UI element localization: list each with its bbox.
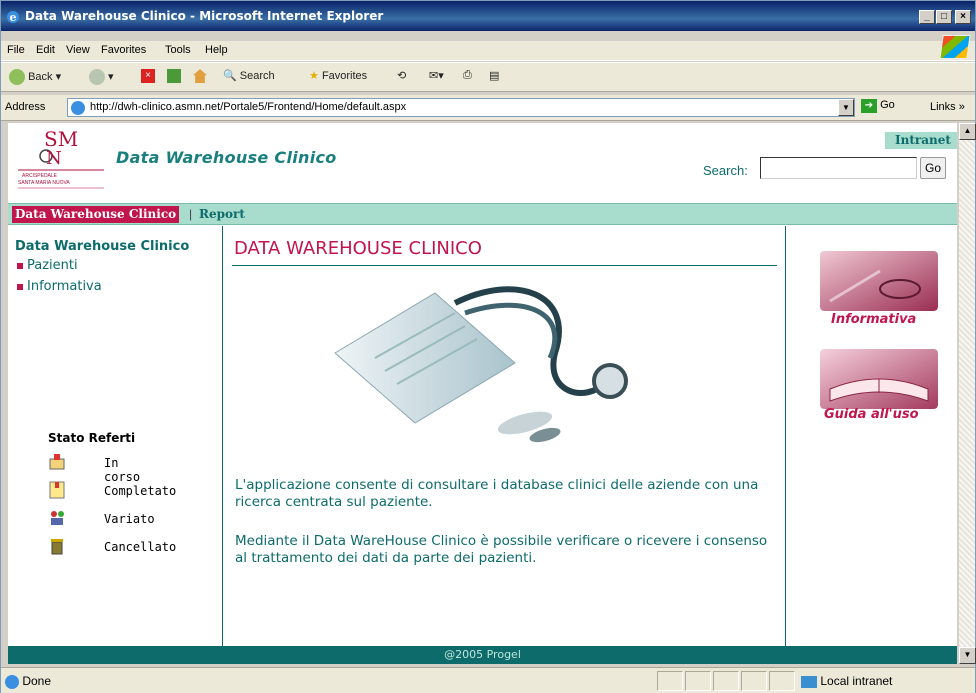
address-input[interactable]: http://dwh-clinico.asmn.net/Portale5/Fro… [67,98,855,117]
status-cell [713,671,739,691]
page-title: DATA WAREHOUSE CLINICO [234,238,482,259]
forward-arrow-icon [89,69,105,85]
minimize-button[interactable]: _ [919,10,935,24]
sidebar-title: Data Warehouse Clinico [15,239,190,254]
menu-bar: File Edit View Favorites Tools Help [1,41,975,61]
menu-file[interactable]: File [7,44,25,56]
completed-icon [49,481,65,499]
home-icon[interactable] [193,69,207,86]
history-icon[interactable]: ⟲ [397,69,406,82]
consent-paragraph: Mediante il Data WareHouse Clinico è pos… [235,533,768,566]
forward-button[interactable]: ▾ [89,69,114,85]
column-divider [222,226,223,646]
sidebar: Data Warehouse Clinico Pazienti Informat… [8,226,223,646]
search-label: Search: [703,163,748,178]
mail-icon[interactable]: ✉▾ [429,69,444,82]
toolbar: Back ▾ ▾ × 🔍 Search ★ Favorites ⟲ ✉▾ ⎙ ▤ [1,62,975,92]
go-arrow-icon: ➔ [861,99,877,113]
sidebar-item-informativa[interactable]: Informativa [17,279,102,294]
nav-item-report[interactable]: Report [199,207,245,221]
brand-title: Data Warehouse Clinico [116,148,337,167]
search-input[interactable] [760,157,917,179]
status-cell [741,671,767,691]
changed-icon [51,511,64,525]
window-title: Data Warehouse Clinico - Microsoft Inter… [25,9,384,23]
footer: @2005 Progel [8,646,957,664]
browser-window: e Data Warehouse Clinico - Microsoft Int… [0,0,976,693]
scroll-down-icon[interactable]: ▼ [959,647,976,664]
svg-text:e: e [10,11,17,24]
sidebar-item-pazienti[interactable]: Pazienti [17,258,78,273]
address-label: Address [5,101,46,113]
status-cell [769,671,795,691]
zone-indicator: Local intranet [801,674,892,688]
edit-icon[interactable]: ▤ [489,69,499,82]
intranet-icon [801,675,817,688]
guida-link[interactable]: Guida all'uso [824,407,919,422]
vertical-scrollbar[interactable]: ▲ ▼ [958,123,976,664]
in-progress-icon [49,454,65,470]
title-underline [232,265,777,266]
menu-edit[interactable]: Edit [36,44,55,56]
bullet-icon [17,283,23,290]
stato-label: Cancellato [104,540,177,554]
stato-referti-title: Stato Referti [48,431,136,445]
status-cell [657,671,683,691]
svg-text:SANTA MARIA NUOVA: SANTA MARIA NUOVA [18,180,70,186]
nav-bar: Data Warehouse Clinico | Report [8,203,957,225]
stop-icon[interactable]: × [141,69,155,83]
maximize-button[interactable]: □ [936,10,952,24]
address-url: http://dwh-clinico.asmn.net/Portale5/Fro… [90,101,407,113]
ie-logo-icon: e [7,11,19,24]
deleted-icon [51,539,63,555]
refresh-icon[interactable] [167,69,181,86]
favorites-button[interactable]: ★ Favorites [309,69,367,82]
menu-favorites[interactable]: Favorites [101,44,146,56]
scroll-up-icon[interactable]: ▲ [959,123,976,140]
address-bar: Address http://dwh-clinico.asmn.net/Port… [1,95,975,121]
nav-item-data-warehouse[interactable]: Data Warehouse Clinico [12,206,180,223]
print-icon[interactable]: ⎙ [463,69,472,82]
intro-paragraph: L'applicazione consente di consultare i … [235,477,759,510]
nav-separator: | [189,207,193,221]
page-icon [71,101,85,115]
web-page: SM N ARCISPEDALE SANTA MARIA NUOVA Data … [8,123,957,664]
status-bar: Done Local intranet [1,667,975,693]
back-button[interactable]: Back ▾ [9,69,61,85]
informativa-link[interactable]: Informativa [831,312,916,327]
links-button[interactable]: Links » [930,101,965,113]
title-bar: e Data Warehouse Clinico - Microsoft Int… [1,1,975,31]
go-button[interactable]: ➔ Go [861,99,895,113]
stato-label: Variato [104,512,155,526]
stato-label: Completato [104,484,177,498]
svg-text:ARCISPEDALE: ARCISPEDALE [22,173,58,179]
status-text: Done [5,674,51,689]
guida-card-image[interactable] [820,349,938,409]
search-button[interactable]: 🔍 Search [223,69,275,82]
stato-label: In corso [104,456,141,484]
star-icon: ★ [309,70,319,82]
close-button[interactable]: × [955,10,971,24]
menu-tools[interactable]: Tools [165,44,191,56]
status-cell [685,671,711,691]
svg-text:N: N [46,148,62,169]
address-dropdown-icon[interactable]: ▼ [838,99,854,116]
intranet-tab[interactable]: Intranet [885,132,957,149]
windows-logo-icon [939,35,971,59]
search-icon: 🔍 [223,70,237,82]
search-go-button[interactable]: Go [920,157,946,179]
page-icon [5,674,19,689]
menu-help[interactable]: Help [205,44,228,56]
menu-view[interactable]: View [66,44,90,56]
back-arrow-icon [9,69,25,85]
stethoscope-clipboard-illustration [334,286,628,443]
hospital-logo: SM N ARCISPEDALE SANTA MARIA NUOVA [18,127,104,189]
bullet-icon [17,262,23,269]
informativa-card-image[interactable] [820,251,938,311]
column-divider [785,226,786,646]
